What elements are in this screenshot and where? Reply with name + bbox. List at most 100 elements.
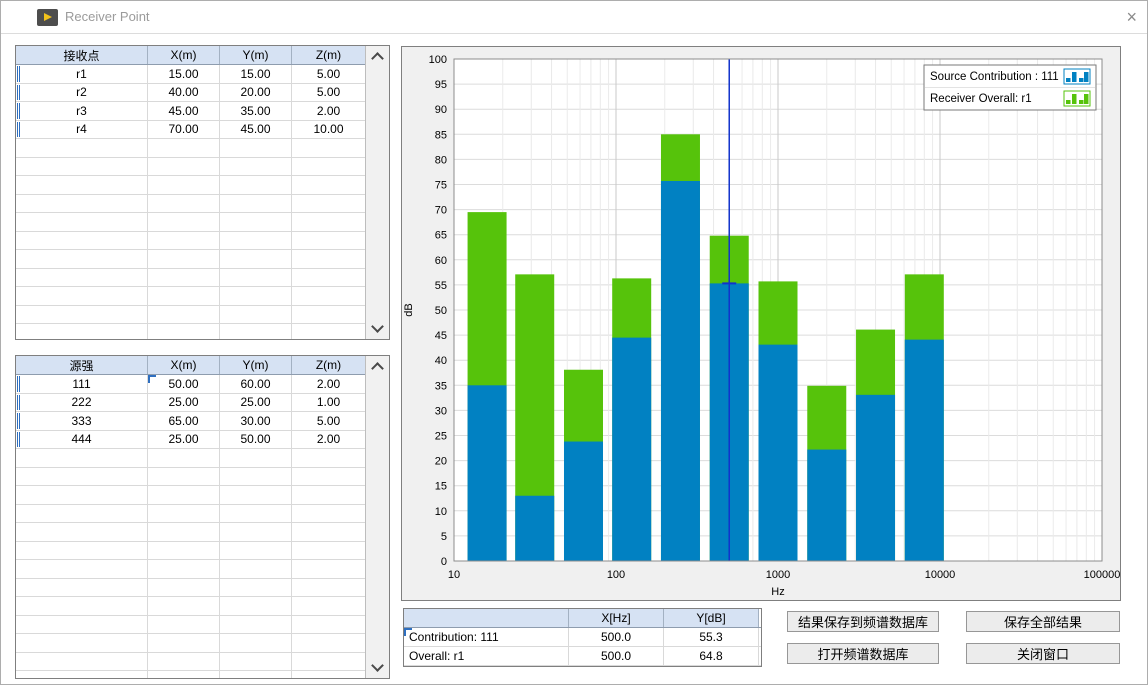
table-cell[interactable]: 5.00 bbox=[292, 65, 366, 83]
scroll-up-icon[interactable] bbox=[371, 52, 384, 65]
open-spectrum-db-button[interactable]: 打开频谱数据库 bbox=[787, 643, 939, 664]
scroll-down-icon[interactable] bbox=[371, 659, 384, 672]
table-cell bbox=[292, 542, 366, 560]
svg-text:10000: 10000 bbox=[925, 569, 956, 581]
table-cell bbox=[16, 486, 148, 504]
table-row[interactable]: 22225.0025.001.00 bbox=[16, 394, 366, 413]
source-table-scrollbar[interactable] bbox=[365, 356, 389, 678]
receiver-points-panel: 接收点X(m)Y(m)Z(m)r115.0015.005.00r240.0020… bbox=[15, 45, 390, 340]
table-row[interactable]: 33365.0030.005.00 bbox=[16, 412, 366, 431]
table-cell[interactable]: 500.0 bbox=[569, 628, 664, 646]
table-cell[interactable]: r1 bbox=[16, 65, 148, 83]
table-cell[interactable]: 2.00 bbox=[292, 375, 366, 393]
table-cell[interactable]: 40.00 bbox=[148, 84, 220, 102]
table-cell[interactable]: 50.00 bbox=[220, 431, 292, 449]
table-cell[interactable]: 25.00 bbox=[220, 394, 292, 412]
table-cell[interactable]: r3 bbox=[16, 102, 148, 120]
svg-text:80: 80 bbox=[435, 154, 447, 166]
table-cell[interactable]: r4 bbox=[16, 121, 148, 139]
close-window-button[interactable]: 关闭窗口 bbox=[966, 643, 1120, 664]
table-cell[interactable]: 25.00 bbox=[148, 394, 220, 412]
table-row[interactable]: Overall: r1500.064.8 bbox=[404, 647, 761, 666]
table-cell bbox=[292, 597, 366, 615]
table-cell[interactable]: 2.00 bbox=[292, 102, 366, 120]
table-cell bbox=[292, 505, 366, 523]
table-empty-row bbox=[16, 176, 366, 195]
table-cell bbox=[292, 634, 366, 652]
spectrum-chart-panel: 0510152025303540455055606570758085909510… bbox=[401, 46, 1121, 601]
scroll-down-icon[interactable] bbox=[371, 320, 384, 333]
table-cell bbox=[16, 449, 148, 467]
table-row[interactable]: r470.0045.0010.00 bbox=[16, 121, 366, 140]
table-cell bbox=[148, 176, 220, 194]
table-empty-row bbox=[16, 671, 366, 678]
table-cell bbox=[16, 195, 148, 213]
table-cell[interactable]: Overall: r1 bbox=[404, 647, 569, 665]
table-cell[interactable]: Contribution: 111 bbox=[404, 628, 569, 646]
table-cell[interactable]: 50.00 bbox=[148, 375, 220, 393]
table-row[interactable]: 44425.0050.002.00 bbox=[16, 431, 366, 450]
table-empty-row bbox=[16, 287, 366, 306]
table-cell[interactable]: 444 bbox=[16, 431, 148, 449]
table-cell[interactable]: 10.00 bbox=[292, 121, 366, 139]
close-icon[interactable]: × bbox=[1126, 5, 1137, 29]
table-cell[interactable]: 222 bbox=[16, 394, 148, 412]
table-cell[interactable]: 20.00 bbox=[220, 84, 292, 102]
table-cell bbox=[220, 324, 292, 339]
table-header-cell: Z(m) bbox=[292, 356, 366, 374]
scroll-up-icon[interactable] bbox=[371, 362, 384, 375]
table-cell bbox=[220, 195, 292, 213]
table-cell[interactable]: 45.00 bbox=[220, 121, 292, 139]
save-to-spectrum-db-button[interactable]: 结果保存到频谱数据库 bbox=[787, 611, 939, 632]
table-cell[interactable]: 65.00 bbox=[148, 412, 220, 430]
table-cell bbox=[292, 468, 366, 486]
table-empty-row bbox=[16, 139, 366, 158]
save-all-results-button[interactable]: 保存全部结果 bbox=[966, 611, 1120, 632]
table-cell[interactable]: 70.00 bbox=[148, 121, 220, 139]
sources-table: 源强X(m)Y(m)Z(m)11150.0060.002.0022225.002… bbox=[16, 356, 366, 678]
table-cell[interactable]: 30.00 bbox=[220, 412, 292, 430]
table-cell bbox=[16, 597, 148, 615]
table-cell[interactable]: 1.00 bbox=[292, 394, 366, 412]
receiver-table-scrollbar[interactable] bbox=[365, 46, 389, 339]
table-cell[interactable]: 2.00 bbox=[292, 431, 366, 449]
table-cell bbox=[292, 449, 366, 467]
table-cell[interactable]: 5.00 bbox=[292, 412, 366, 430]
table-empty-row bbox=[16, 213, 366, 232]
table-cell bbox=[148, 468, 220, 486]
table-row[interactable]: r240.0020.005.00 bbox=[16, 84, 366, 103]
table-cell[interactable]: 15.00 bbox=[148, 65, 220, 83]
svg-text:85: 85 bbox=[435, 129, 447, 141]
table-header-cell: X(m) bbox=[148, 46, 220, 64]
table-cell bbox=[220, 139, 292, 157]
table-row[interactable]: 11150.0060.002.00 bbox=[16, 375, 366, 394]
table-row[interactable]: Contribution: 111500.055.3 bbox=[404, 628, 761, 647]
table-cell[interactable]: 500.0 bbox=[569, 647, 664, 665]
table-cell[interactable]: 15.00 bbox=[220, 65, 292, 83]
table-cell[interactable]: 111 bbox=[16, 375, 148, 393]
cursor-results-table: X[Hz]Y[dB]Contribution: 111500.055.3Over… bbox=[404, 609, 761, 666]
table-cell bbox=[148, 634, 220, 652]
svg-text:50: 50 bbox=[435, 305, 447, 317]
table-cell[interactable]: 45.00 bbox=[148, 102, 220, 120]
table-cell[interactable]: 25.00 bbox=[148, 431, 220, 449]
table-row[interactable]: r115.0015.005.00 bbox=[16, 65, 366, 84]
table-cell[interactable]: 55.3 bbox=[664, 628, 759, 646]
table-cell bbox=[16, 250, 148, 268]
table-row[interactable]: r345.0035.002.00 bbox=[16, 102, 366, 121]
table-cell[interactable]: 35.00 bbox=[220, 102, 292, 120]
table-cell bbox=[148, 523, 220, 541]
table-cell[interactable]: r2 bbox=[16, 84, 148, 102]
table-cell[interactable]: 60.00 bbox=[220, 375, 292, 393]
table-empty-row bbox=[16, 579, 366, 598]
table-header-cell: 源强 bbox=[16, 356, 148, 374]
table-cell bbox=[220, 232, 292, 250]
svg-text:5: 5 bbox=[441, 531, 447, 543]
table-cell bbox=[148, 560, 220, 578]
table-cell[interactable]: 5.00 bbox=[292, 84, 366, 102]
spectrum-chart[interactable]: 0510152025303540455055606570758085909510… bbox=[402, 47, 1120, 600]
table-cell[interactable]: 64.8 bbox=[664, 647, 759, 665]
table-cell[interactable]: 333 bbox=[16, 412, 148, 430]
table-cell bbox=[148, 505, 220, 523]
table-header-cell: Z(m) bbox=[292, 46, 366, 64]
